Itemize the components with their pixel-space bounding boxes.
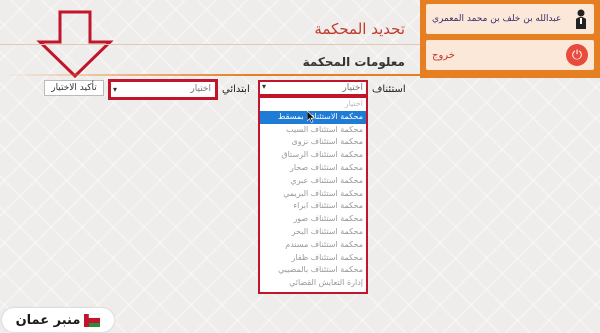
section-title: معلومات المحكمة (302, 55, 405, 69)
dropdown-option[interactable]: محكمة استئناف صحار (260, 162, 366, 175)
logo-flag-icon (84, 313, 101, 327)
dropdown-option[interactable]: محكمة استئناف صور (260, 213, 366, 226)
dropdown-option[interactable]: محكمة استئناف السيب (260, 124, 366, 137)
dropdown-option[interactable]: محكمة استئناف عبري (260, 175, 366, 188)
chevron-down-icon: ▾ (113, 85, 118, 94)
section-divider (0, 74, 420, 76)
dropdown-option[interactable]: محكمة استئناف بالمضيبي (260, 264, 366, 277)
chevron-down-icon: ▾ (262, 82, 267, 91)
page-title: تحديد المحكمة (314, 20, 405, 38)
primary-select-value: اختيار (190, 84, 211, 94)
user-icon (574, 8, 588, 30)
user-name: عبدالله بن خلف بن محمد المعمري (432, 14, 562, 24)
dropdown-option[interactable]: محكمة استئناف نزوى (260, 136, 366, 149)
mouse-cursor-icon (307, 111, 315, 123)
logo: منبر عمان (2, 308, 114, 332)
primary-select[interactable]: ▾ اختيار (108, 79, 218, 100)
user-panel: عبدالله بن خلف بن محمد المعمري ⏻ خروج (420, 0, 600, 78)
dropdown-option[interactable]: اختيار (260, 98, 366, 111)
confirm-selection-button[interactable]: تأكيد الاختيار (44, 80, 104, 96)
dropdown-option[interactable]: محكمة استئناف الرستاق (260, 149, 366, 162)
dropdown-option[interactable]: محكمة استئناف ظفار (260, 252, 366, 265)
logout-label[interactable]: خروج (432, 50, 455, 61)
annotation-arrow-icon (36, 10, 114, 79)
dropdown-option[interactable]: محكمة استئناف مسندم (260, 239, 366, 252)
dropdown-option[interactable]: محكمة استئناف ابراء (260, 200, 366, 213)
dropdown-option[interactable]: محكمة استئناف البريمي (260, 188, 366, 201)
title-divider (0, 44, 420, 45)
user-info: عبدالله بن خلف بن محمد المعمري (426, 4, 594, 34)
power-icon[interactable]: ⏻ (566, 44, 588, 66)
dropdown-option[interactable]: محكمة استئناف البحر (260, 226, 366, 239)
primary-label: ابتدائي (222, 84, 250, 95)
logo-text: منبر عمان (15, 312, 81, 328)
dropdown-option[interactable]: إدارة التعايش القضائي (260, 277, 366, 290)
appeal-label: استئناف (372, 84, 406, 95)
appeal-select[interactable]: ▾ اختيار (258, 80, 368, 96)
logout-button[interactable]: ⏻ خروج (426, 40, 594, 70)
appeal-select-value: اختيار (342, 83, 363, 93)
appeal-dropdown-list[interactable]: اختيار محكمة الاستئناف بمسقط محكمة استئناف… (258, 96, 368, 294)
